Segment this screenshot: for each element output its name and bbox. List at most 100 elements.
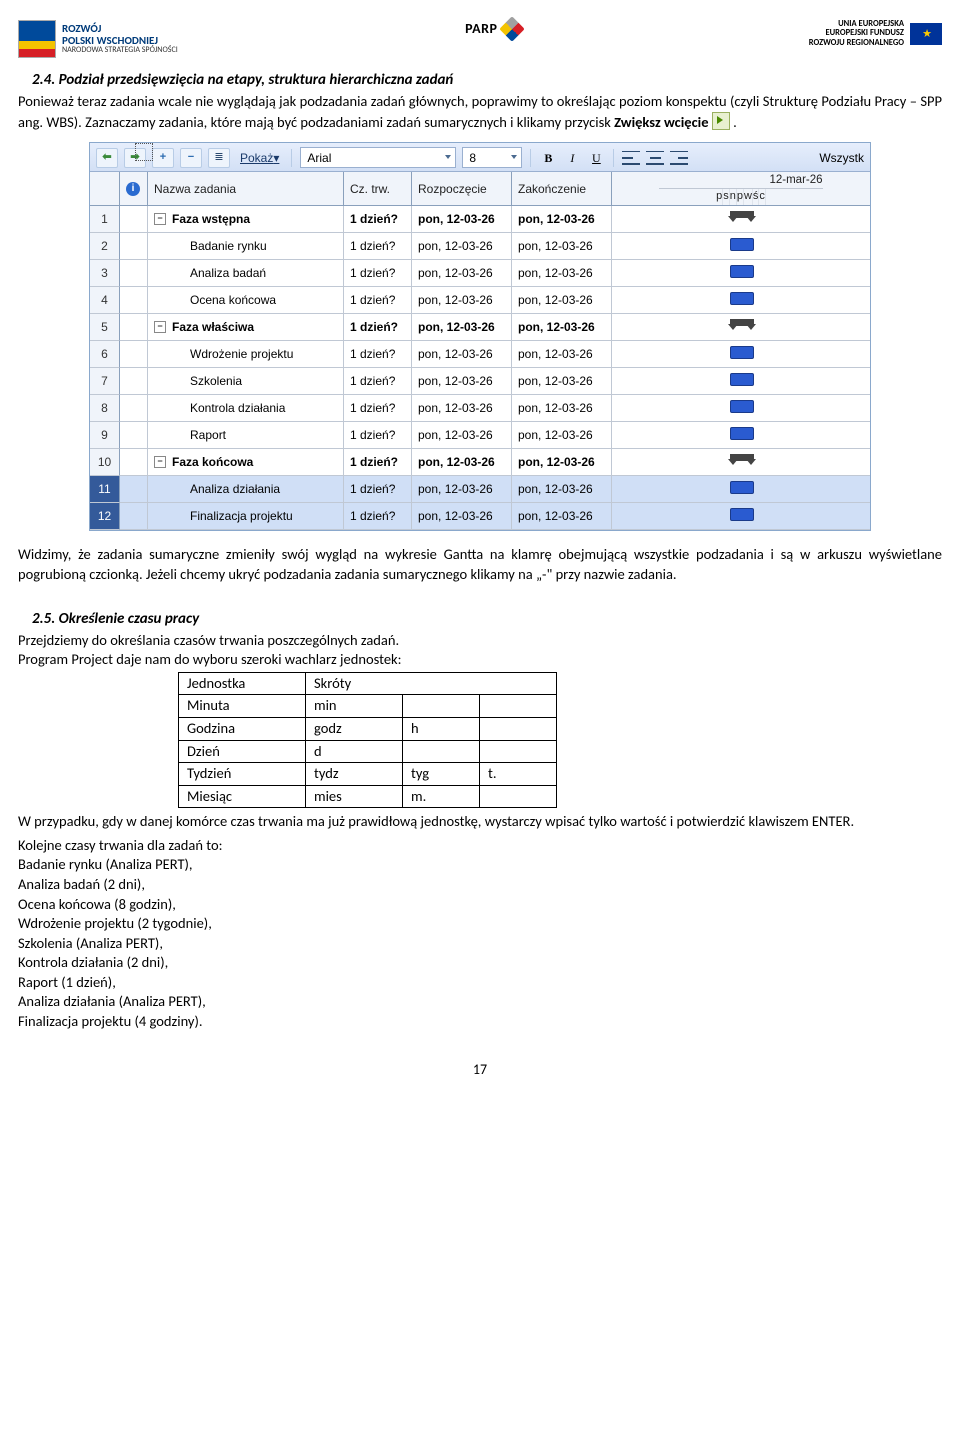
end-cell[interactable]: pon, 12-03-26 (512, 314, 612, 341)
task-name-cell[interactable]: −Faza właściwa (148, 314, 344, 341)
wbs-button[interactable]: ≣ (208, 148, 230, 168)
col-end[interactable]: Zakończenie (512, 172, 612, 206)
row-info-cell[interactable] (120, 395, 148, 422)
row-info-cell[interactable] (120, 503, 148, 530)
end-cell[interactable]: pon, 12-03-26 (512, 287, 612, 314)
task-name-cell[interactable]: Analiza badań (148, 260, 344, 287)
font-size-select[interactable]: 8 (462, 147, 522, 168)
row-info-cell[interactable] (120, 341, 148, 368)
show-dropdown[interactable]: Pokaż▾ (236, 150, 283, 166)
align-left-button[interactable] (622, 149, 640, 167)
row-number[interactable]: 11 (90, 476, 120, 503)
row-number[interactable]: 8 (90, 395, 120, 422)
duration-cell[interactable]: 1 dzień? (344, 476, 412, 503)
start-cell[interactable]: pon, 12-03-26 (412, 449, 512, 476)
duration-cell[interactable]: 1 dzień? (344, 395, 412, 422)
row-info-cell[interactable] (120, 206, 148, 233)
duration-cell[interactable]: 1 dzień? (344, 314, 412, 341)
row-number[interactable]: 10 (90, 449, 120, 476)
align-center-button[interactable] (646, 149, 664, 167)
start-cell[interactable]: pon, 12-03-26 (412, 314, 512, 341)
col-start[interactable]: Rozpoczęcie (412, 172, 512, 206)
task-name-cell[interactable]: Finalizacja projektu (148, 503, 344, 530)
end-cell[interactable]: pon, 12-03-26 (512, 368, 612, 395)
indent-button[interactable]: ➡ (124, 148, 146, 168)
start-cell[interactable]: pon, 12-03-26 (412, 260, 512, 287)
row-number[interactable]: 1 (90, 206, 120, 233)
start-cell[interactable]: pon, 12-03-26 (412, 395, 512, 422)
row-info-cell[interactable] (120, 476, 148, 503)
end-cell[interactable]: pon, 12-03-26 (512, 206, 612, 233)
end-cell[interactable]: pon, 12-03-26 (512, 260, 612, 287)
duration-cell[interactable]: 1 dzień? (344, 233, 412, 260)
end-cell[interactable]: pon, 12-03-26 (512, 422, 612, 449)
font-select[interactable]: Arial (300, 147, 456, 168)
row-number[interactable]: 5 (90, 314, 120, 341)
italic-button[interactable]: I (563, 150, 581, 166)
bold-button[interactable]: B (539, 150, 557, 166)
collapse-button[interactable]: − (180, 148, 202, 168)
row-info-cell[interactable] (120, 287, 148, 314)
underline-button[interactable]: U (587, 150, 605, 166)
row-number[interactable]: 4 (90, 287, 120, 314)
duration-cell[interactable]: 1 dzień? (344, 287, 412, 314)
duration-cell[interactable]: 1 dzień? (344, 260, 412, 287)
row-info-cell[interactable] (120, 368, 148, 395)
task-name-cell[interactable]: Szkolenia (148, 368, 344, 395)
filter-label[interactable]: Wszystk (819, 150, 864, 166)
collapse-toggle[interactable]: − (154, 456, 166, 468)
end-cell[interactable]: pon, 12-03-26 (512, 449, 612, 476)
row-info-cell[interactable] (120, 260, 148, 287)
row-number[interactable]: 6 (90, 341, 120, 368)
duration-cell[interactable]: 1 dzień? (344, 368, 412, 395)
task-name-cell[interactable]: Raport (148, 422, 344, 449)
units-row: Godzinagodzh (179, 718, 557, 741)
end-cell[interactable]: pon, 12-03-26 (512, 395, 612, 422)
task-name-cell[interactable]: Badanie rynku (148, 233, 344, 260)
duration-cell[interactable]: 1 dzień? (344, 422, 412, 449)
task-name-cell[interactable]: Kontrola działania (148, 395, 344, 422)
col-duration[interactable]: Cz. trw. (344, 172, 412, 206)
col-rownum[interactable] (90, 172, 120, 206)
row-info-cell[interactable] (120, 449, 148, 476)
expand-button[interactable]: + (152, 148, 174, 168)
row-info-cell[interactable] (120, 314, 148, 341)
row-info-cell[interactable] (120, 233, 148, 260)
align-right-button[interactable] (670, 149, 688, 167)
task-name-cell[interactable]: Analiza działania (148, 476, 344, 503)
duration-cell[interactable]: 1 dzień? (344, 503, 412, 530)
row-number[interactable]: 2 (90, 233, 120, 260)
duration-cell[interactable]: 1 dzień? (344, 341, 412, 368)
collapse-toggle[interactable]: − (154, 213, 166, 225)
end-cell[interactable]: pon, 12-03-26 (512, 476, 612, 503)
duration-line: Szkolenia (Analiza PERT), (18, 934, 942, 954)
end-cell[interactable]: pon, 12-03-26 (512, 233, 612, 260)
start-cell[interactable]: pon, 12-03-26 (412, 341, 512, 368)
start-cell[interactable]: pon, 12-03-26 (412, 422, 512, 449)
duration-cell[interactable]: 1 dzień? (344, 206, 412, 233)
col-name[interactable]: Nazwa zadania (148, 172, 344, 206)
end-cell[interactable]: pon, 12-03-26 (512, 341, 612, 368)
row-info-cell[interactable] (120, 422, 148, 449)
collapse-toggle[interactable]: − (154, 321, 166, 333)
start-cell[interactable]: pon, 12-03-26 (412, 476, 512, 503)
row-number[interactable]: 7 (90, 368, 120, 395)
task-name-cell[interactable]: −Faza wstępna (148, 206, 344, 233)
start-cell[interactable]: pon, 12-03-26 (412, 206, 512, 233)
end-cell[interactable]: pon, 12-03-26 (512, 503, 612, 530)
task-name-cell[interactable]: −Faza końcowa (148, 449, 344, 476)
start-cell[interactable]: pon, 12-03-26 (412, 233, 512, 260)
start-cell[interactable]: pon, 12-03-26 (412, 287, 512, 314)
gantt-cell (612, 503, 870, 530)
start-cell[interactable]: pon, 12-03-26 (412, 368, 512, 395)
start-cell[interactable]: pon, 12-03-26 (412, 503, 512, 530)
row-number[interactable]: 3 (90, 260, 120, 287)
duration-cell[interactable]: 1 dzień? (344, 449, 412, 476)
task-name-cell[interactable]: Ocena końcowa (148, 287, 344, 314)
row-number[interactable]: 12 (90, 503, 120, 530)
outdent-button[interactable]: ⬅ (96, 148, 118, 168)
row-number[interactable]: 9 (90, 422, 120, 449)
s25-p1: Przejdziemy do określania czasów trwania… (18, 631, 942, 651)
task-name-cell[interactable]: Wdrożenie projektu (148, 341, 344, 368)
col-info[interactable]: i (120, 172, 148, 206)
